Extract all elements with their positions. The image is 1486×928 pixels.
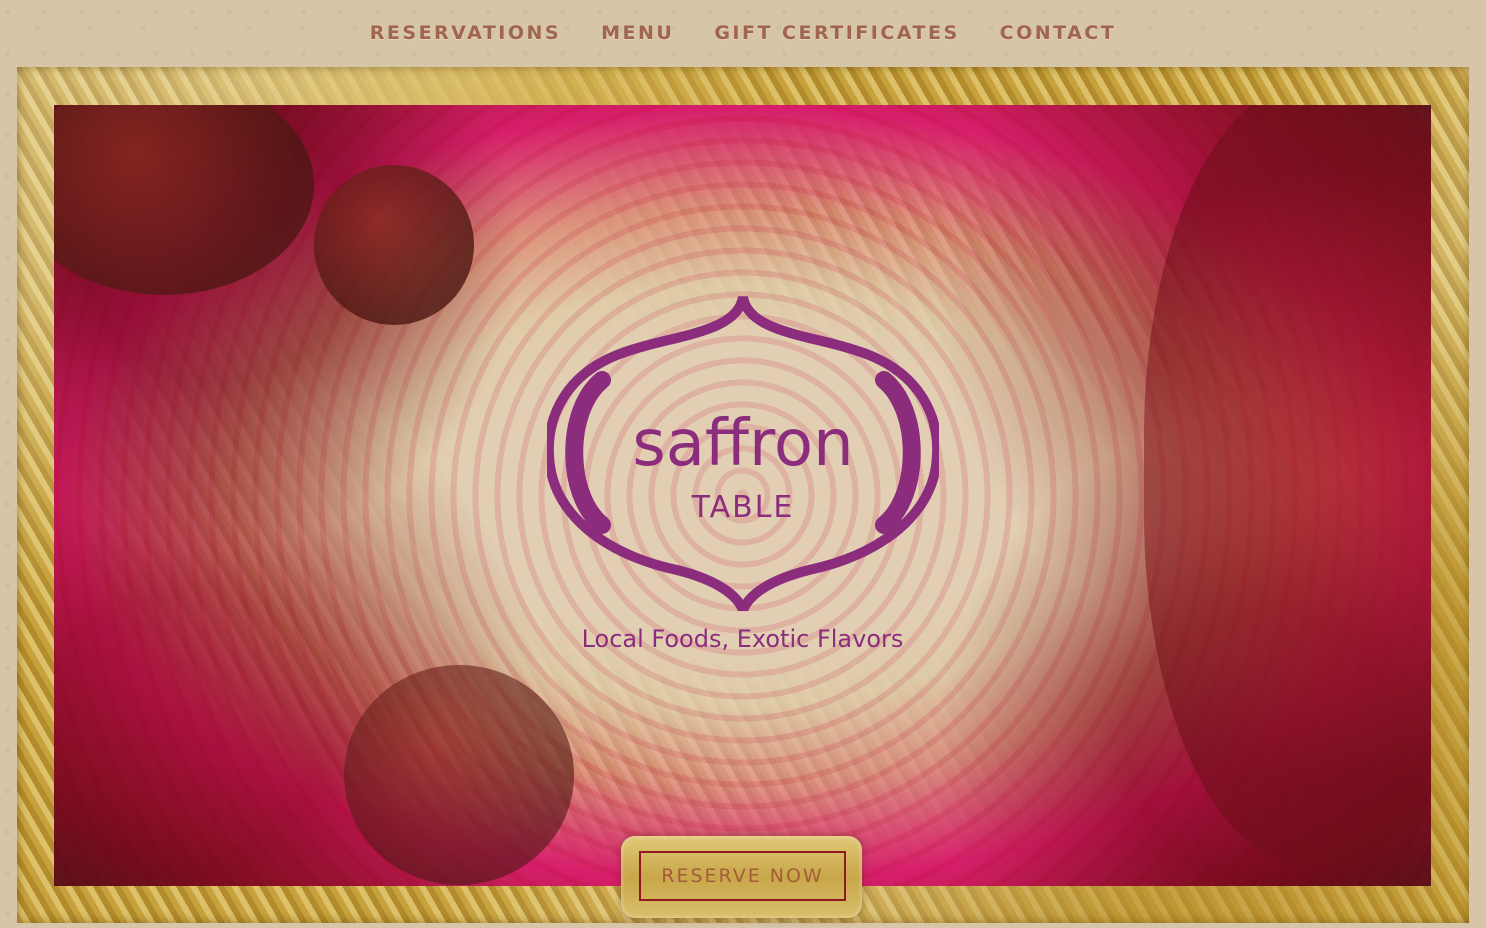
- nav-contact[interactable]: CONTACT: [1000, 22, 1117, 44]
- saffron-bowl-decoration: [1144, 105, 1431, 865]
- nav-reservations[interactable]: RESERVATIONS: [370, 22, 561, 44]
- top-navigation: RESERVATIONS MENU GIFT CERTIFICATES CONT…: [0, 0, 1486, 66]
- reserve-now-button[interactable]: RESERVE NOW: [639, 851, 846, 901]
- chili-pepper-decoration: [314, 165, 474, 325]
- nav-menu[interactable]: MENU: [601, 22, 674, 44]
- star-anise-decoration: [344, 665, 574, 885]
- tagline: Local Foods, Exotic Flavors: [581, 625, 904, 653]
- nav-gift-certificates[interactable]: GIFT CERTIFICATES: [714, 22, 959, 44]
- logo-wordmark: saffron: [632, 407, 853, 481]
- saffron-table-logo: saffron TABLE: [547, 295, 939, 611]
- hero-banner: saffron TABLE Local Foods, Exotic Flavor…: [54, 105, 1431, 886]
- logo-subtitle: TABLE: [691, 490, 795, 525]
